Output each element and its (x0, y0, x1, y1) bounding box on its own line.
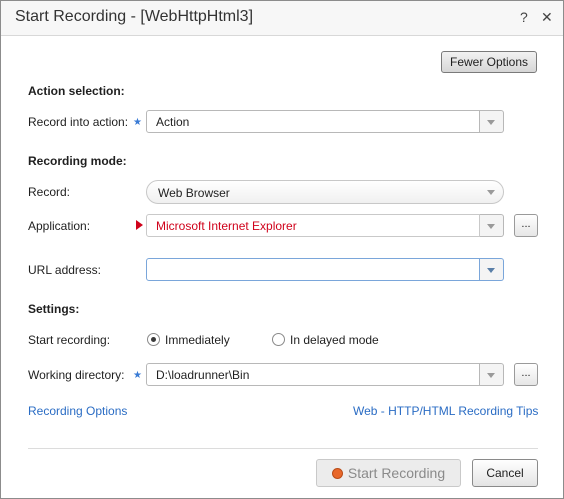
immediately-label[interactable]: Immediately (165, 333, 230, 347)
url-address-dropdown[interactable] (480, 258, 504, 281)
action-selection-heading: Action selection: (28, 84, 125, 98)
footer-divider (28, 448, 538, 449)
start-recording-dialog: Start Recording - [WebHttpHtml3] ? ✕ Few… (0, 0, 564, 499)
working-directory-field[interactable]: D:\loadrunner\Bin (146, 363, 480, 386)
help-icon[interactable]: ? (520, 9, 528, 25)
url-address-label: URL address: (28, 263, 101, 277)
working-directory-dropdown[interactable] (480, 363, 504, 386)
close-icon[interactable]: ✕ (541, 9, 553, 26)
start-recording-label: Start recording: (28, 333, 111, 347)
recording-options-link[interactable]: Recording Options (28, 404, 127, 418)
application-dropdown[interactable] (480, 214, 504, 237)
recording-tips-link[interactable]: Web - HTTP/HTML Recording Tips (353, 404, 538, 418)
record-select[interactable]: Web Browser (146, 180, 504, 204)
record-select-value: Web Browser (158, 186, 230, 200)
required-star-icon: ★ (133, 370, 142, 381)
application-value: Microsoft Internet Explorer (156, 219, 297, 233)
url-address-input[interactable] (146, 258, 480, 281)
delayed-mode-label[interactable]: In delayed mode (290, 333, 379, 347)
radio-selected-dot (151, 337, 156, 342)
chevron-down-icon (487, 224, 495, 229)
immediately-radio[interactable] (147, 333, 160, 346)
record-into-action-value: Action (156, 115, 190, 129)
title-bar: Start Recording - [WebHttpHtml3] ? ✕ (1, 1, 563, 36)
chevron-down-icon (487, 373, 495, 378)
chevron-down-icon (487, 268, 495, 273)
settings-heading: Settings: (28, 302, 80, 316)
application-field[interactable]: Microsoft Internet Explorer (146, 214, 480, 237)
required-star-icon: ★ (133, 117, 142, 128)
working-directory-browse-button[interactable]: ... (514, 363, 538, 386)
working-directory-value: D:\loadrunner\Bin (156, 368, 250, 382)
working-directory-label: Working directory: (28, 368, 125, 382)
start-recording-button[interactable]: Start Recording (316, 459, 461, 487)
record-icon (331, 468, 343, 479)
fewer-options-button[interactable]: Fewer Options (441, 51, 537, 73)
delayed-mode-radio[interactable] (272, 333, 285, 346)
application-label: Application: (28, 219, 91, 233)
record-label: Record: (28, 185, 71, 199)
record-into-action-dropdown[interactable] (480, 110, 504, 133)
start-recording-label: Start Recording (347, 465, 446, 481)
red-arrow-icon (136, 220, 143, 230)
chevron-down-icon (487, 190, 495, 195)
recording-mode-heading: Recording mode: (28, 154, 127, 168)
record-into-action-label: Record into action: (28, 115, 129, 129)
record-into-action-field[interactable]: Action (146, 110, 480, 133)
cancel-button[interactable]: Cancel (472, 459, 538, 487)
dialog-title: Start Recording - [WebHttpHtml3] (15, 8, 254, 25)
application-browse-button[interactable]: ... (514, 214, 538, 237)
chevron-down-icon (487, 120, 495, 125)
